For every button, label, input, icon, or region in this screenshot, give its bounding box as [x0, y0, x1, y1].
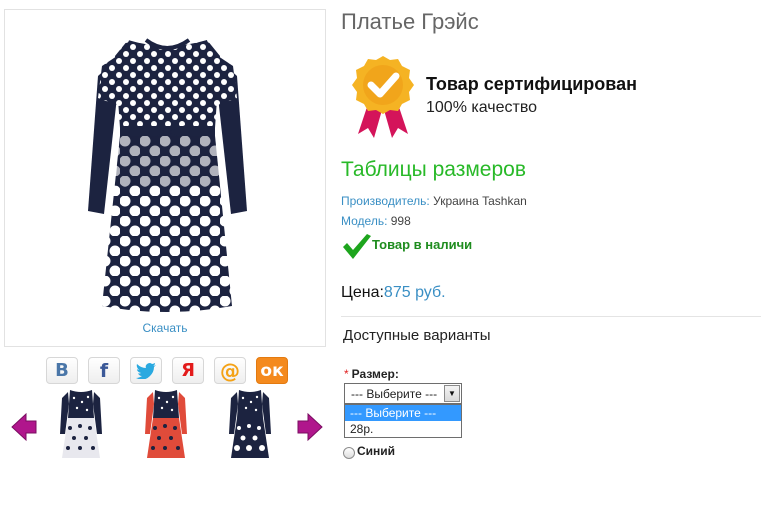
price-value: 875 руб. [383, 284, 446, 301]
certificate-title: Товар сертифицирован [426, 74, 637, 94]
thumbnail-navy-dress-2[interactable] [229, 388, 271, 462]
manufacturer-link[interactable]: Производитель: [341, 194, 430, 208]
certificate-badge-icon [352, 56, 414, 138]
arrow-right-icon[interactable] [296, 412, 324, 442]
twitter-share-icon[interactable] [130, 357, 162, 384]
size-option[interactable]: 28р. [345, 421, 461, 437]
price-row: Цена:875 руб. [341, 284, 446, 302]
twitter-bird-icon [136, 362, 156, 379]
thumbnail-navy-dress[interactable] [60, 388, 102, 462]
thumbnail-red-dress[interactable] [145, 388, 187, 462]
stock-text: Товар в наличи [372, 236, 473, 252]
model-row: Модель: 998 [341, 214, 411, 228]
required-mark: * [344, 367, 349, 381]
product-title: Платье Грэйс [341, 9, 479, 34]
yandex-share-icon[interactable]: Я [172, 357, 204, 384]
product-page: Скачать В f Я @ ок Платье Грэйс Товар се… [0, 0, 771, 505]
size-option[interactable]: --- Выберите --- [345, 405, 461, 421]
size-select-value: --- Выберите --- [351, 386, 438, 401]
model-value: 998 [390, 214, 411, 228]
checkmark-icon [343, 234, 371, 259]
manufacturer-row: Производитель: Украина Tashkan [341, 194, 527, 208]
stock-status: Товар в наличи [341, 232, 472, 260]
chevron-down-icon[interactable]: ▼ [444, 385, 460, 402]
size-table-link[interactable]: Таблицы размеров [341, 158, 526, 182]
size-select[interactable]: --- Выберите --- ▼ [344, 383, 462, 404]
mail-share-icon[interactable]: @ [214, 357, 246, 384]
size-label: * Размер: [344, 367, 399, 381]
color-option-row: Синий [343, 443, 395, 459]
size-label-text: Размер: [351, 367, 399, 381]
certificate-subtitle: 100% качество [426, 99, 538, 116]
vk-share-icon[interactable]: В [46, 357, 78, 384]
model-key: Модель: [341, 214, 388, 228]
variants-heading: Доступные варианты [343, 327, 491, 344]
social-share-bar: В f Я @ ок [46, 357, 288, 384]
divider [341, 316, 761, 317]
price-label: Цена: [341, 284, 384, 301]
odnoklassniki-share-icon[interactable]: ок [256, 357, 288, 384]
product-main-image[interactable] [80, 36, 255, 326]
arrow-left-icon[interactable] [10, 412, 38, 442]
facebook-share-icon[interactable]: f [88, 357, 120, 384]
color-radio[interactable] [343, 447, 355, 459]
download-link[interactable]: Скачать [5, 321, 325, 335]
manufacturer-value: Украина Tashkan [433, 194, 527, 208]
size-dropdown-list: --- Выберите --- 28р. [344, 404, 462, 438]
color-option-label[interactable]: Синий [357, 444, 395, 458]
product-image-card: Скачать [4, 9, 326, 347]
